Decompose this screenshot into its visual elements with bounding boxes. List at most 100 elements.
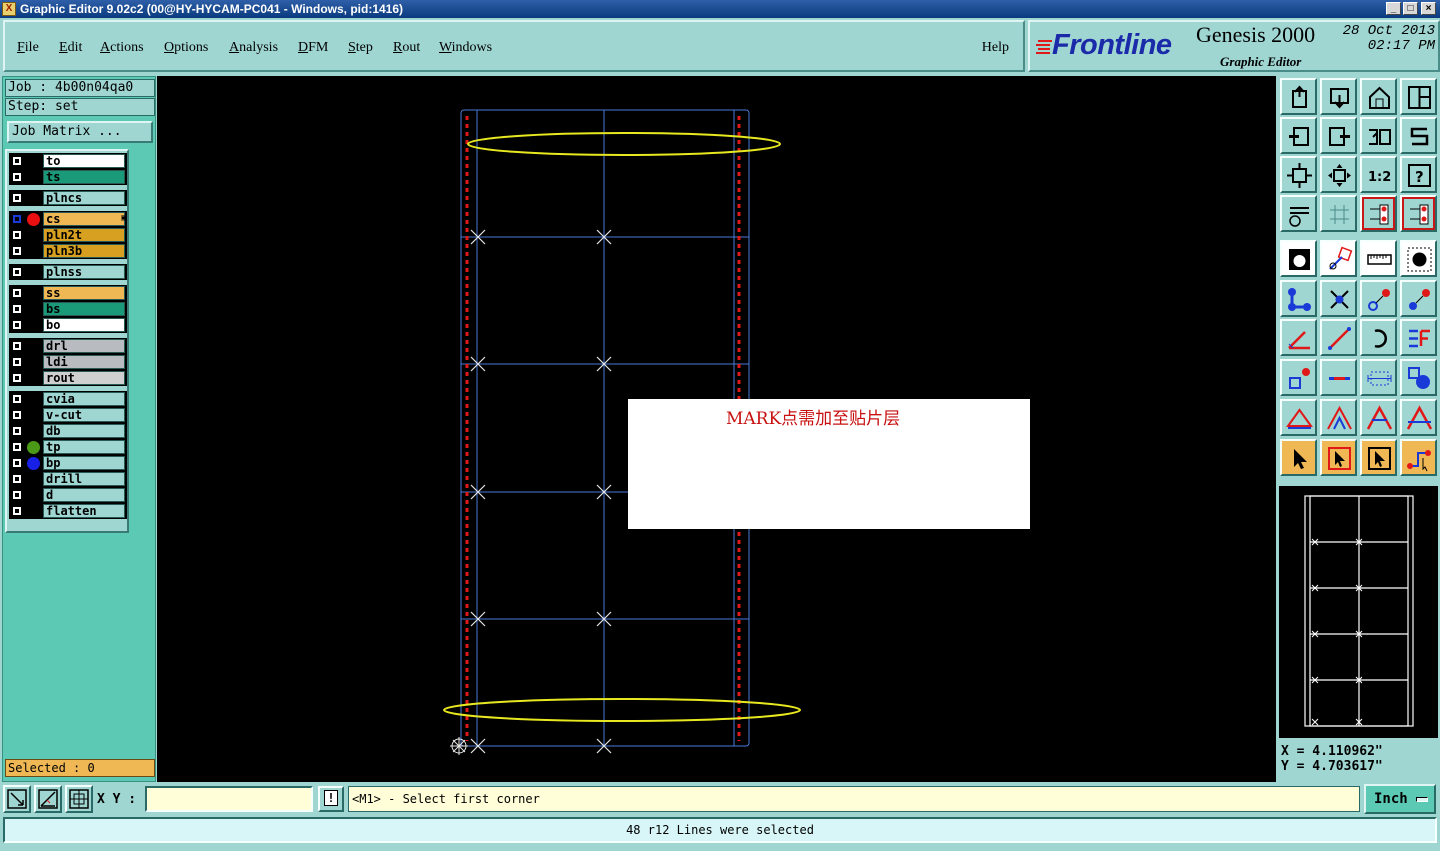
job-matrix-button[interactable]: Job Matrix ... [7,121,153,143]
menu-step[interactable]: Step [348,40,373,56]
pad-icon[interactable] [1400,240,1437,277]
layer-row-d[interactable]: d [9,487,127,503]
route-select-icon[interactable] [1400,439,1437,476]
layer-row-cs[interactable]: cs ▣ [9,211,127,227]
layer-row-pln3b[interactable]: pln3b [9,243,127,259]
snap-icon[interactable] [1280,240,1317,277]
layer-name[interactable]: bo [43,318,125,332]
layer-checkbox[interactable] [12,230,22,240]
layer-row-bo[interactable]: bo [9,317,127,333]
zoom-forward-icon[interactable] [1320,117,1357,154]
layer-row-drill[interactable]: drill [9,471,127,487]
exclamation-button[interactable]: ! [318,786,344,812]
layer-toggle-a-icon[interactable] [1360,195,1397,232]
grid-icon[interactable] [1320,195,1357,232]
layer-row-tp[interactable]: tp [9,439,127,455]
menu-dfm[interactable]: DFM [298,40,328,56]
layer-row-pln2t[interactable]: pln2t [9,227,127,243]
layer-row-ldi[interactable]: ldi [9,354,127,370]
menu-file[interactable]: File [17,40,39,56]
layer-checkbox[interactable] [12,458,22,468]
shapes-icon[interactable] [1400,359,1437,396]
maximize-button[interactable]: □ [1403,2,1418,15]
delta-d-icon[interactable] [1400,399,1437,436]
layer-checkbox[interactable] [12,426,22,436]
move-point-icon[interactable] [1360,280,1397,317]
layer-row-plnss[interactable]: plnss [9,264,127,280]
window-icon[interactable] [1400,78,1437,115]
cut-line-icon[interactable] [1320,359,1357,396]
zoom-window-icon[interactable] [3,785,31,813]
layer-checkbox[interactable] [12,304,22,314]
menu-actions[interactable]: Actions [100,40,144,56]
overview-map[interactable] [1277,484,1440,740]
layer-checkbox[interactable] [12,193,22,203]
layer-checkbox[interactable] [12,320,22,330]
layer-name[interactable]: pln3b [43,244,125,258]
undo-icon[interactable] [1360,117,1397,154]
flip-icon[interactable] [1400,319,1437,356]
menu-rout[interactable]: Rout [393,40,420,56]
zoom-fit-icon[interactable] [1280,156,1317,193]
select-pointer-icon[interactable] [1280,439,1317,476]
layer-checkbox[interactable] [12,474,22,484]
scale-1-2-icon[interactable]: 1:2 [1360,156,1397,193]
select-box-b-icon[interactable] [1360,439,1397,476]
layer-checkbox[interactable] [12,341,22,351]
connect-icon[interactable] [1280,280,1317,317]
delta-b-icon[interactable] [1320,399,1357,436]
help-icon[interactable]: ? [1400,156,1437,193]
layer-checkbox[interactable] [12,172,22,182]
layer-row-plncs[interactable]: plncs [9,190,127,206]
layer-name[interactable]: v-cut [43,408,125,422]
zoom-back-icon[interactable] [1280,117,1317,154]
layer-checkbox[interactable] [12,394,22,404]
layer-name[interactable]: tp [43,440,125,454]
layer-name[interactable]: cs [43,212,125,226]
close-button[interactable]: × [1421,2,1436,15]
graphic-canvas[interactable]: MARK点需加至贴片层 [157,76,1276,782]
layer-name[interactable]: rout [43,371,125,385]
layer-checkbox[interactable] [12,373,22,383]
layer-checkbox[interactable] [12,357,22,367]
menu-help[interactable]: Help [982,40,1009,56]
layer-name[interactable]: bp [43,456,125,470]
layer-name[interactable]: drill [43,472,125,486]
open-job-icon[interactable] [1280,78,1317,115]
measure-icon[interactable] [1320,240,1357,277]
layer-name[interactable]: ldi [43,355,125,369]
layer-row-drl[interactable]: drl [9,338,127,354]
cross-icon[interactable] [1320,280,1357,317]
add-feature-icon[interactable] [1280,359,1317,396]
layer-row-ts[interactable]: ts [9,169,127,185]
grid-snap-icon[interactable] [65,785,93,813]
layer-checkbox[interactable] [12,267,22,277]
copy-point-icon[interactable] [1400,280,1437,317]
menu-analysis[interactable]: Analysis [229,40,278,56]
measure-angle-icon[interactable] [34,785,62,813]
delta-c-icon[interactable] [1360,399,1397,436]
layer-name[interactable]: to [43,154,125,168]
layer-name[interactable]: plncs [43,191,125,205]
menu-edit[interactable]: Edit [59,40,82,56]
layer-checkbox[interactable] [12,246,22,256]
layer-checkbox[interactable] [12,410,22,420]
layer-row-flatten[interactable]: flatten [9,503,127,519]
layer-row-bp[interactable]: bp [9,455,127,471]
delta-a-icon[interactable] [1280,399,1317,436]
layer-name[interactable]: pln2t [43,228,125,242]
zoom-center-icon[interactable] [1320,156,1357,193]
layer-name[interactable]: db [43,424,125,438]
home-icon[interactable] [1360,78,1397,115]
layer-name[interactable]: bs [43,302,125,316]
ruler-icon[interactable] [1360,240,1397,277]
save-icon[interactable] [1320,78,1357,115]
layer-checkbox[interactable] [12,288,22,298]
layer-name[interactable]: d [43,488,125,502]
minimize-button[interactable]: _ [1386,2,1401,15]
layer-name[interactable]: drl [43,339,125,353]
layer-name[interactable]: ss [43,286,125,300]
layer-row-bs[interactable]: bs [9,301,127,317]
layer-checkbox[interactable] [12,442,22,452]
layer-name[interactable]: ts [43,170,125,184]
